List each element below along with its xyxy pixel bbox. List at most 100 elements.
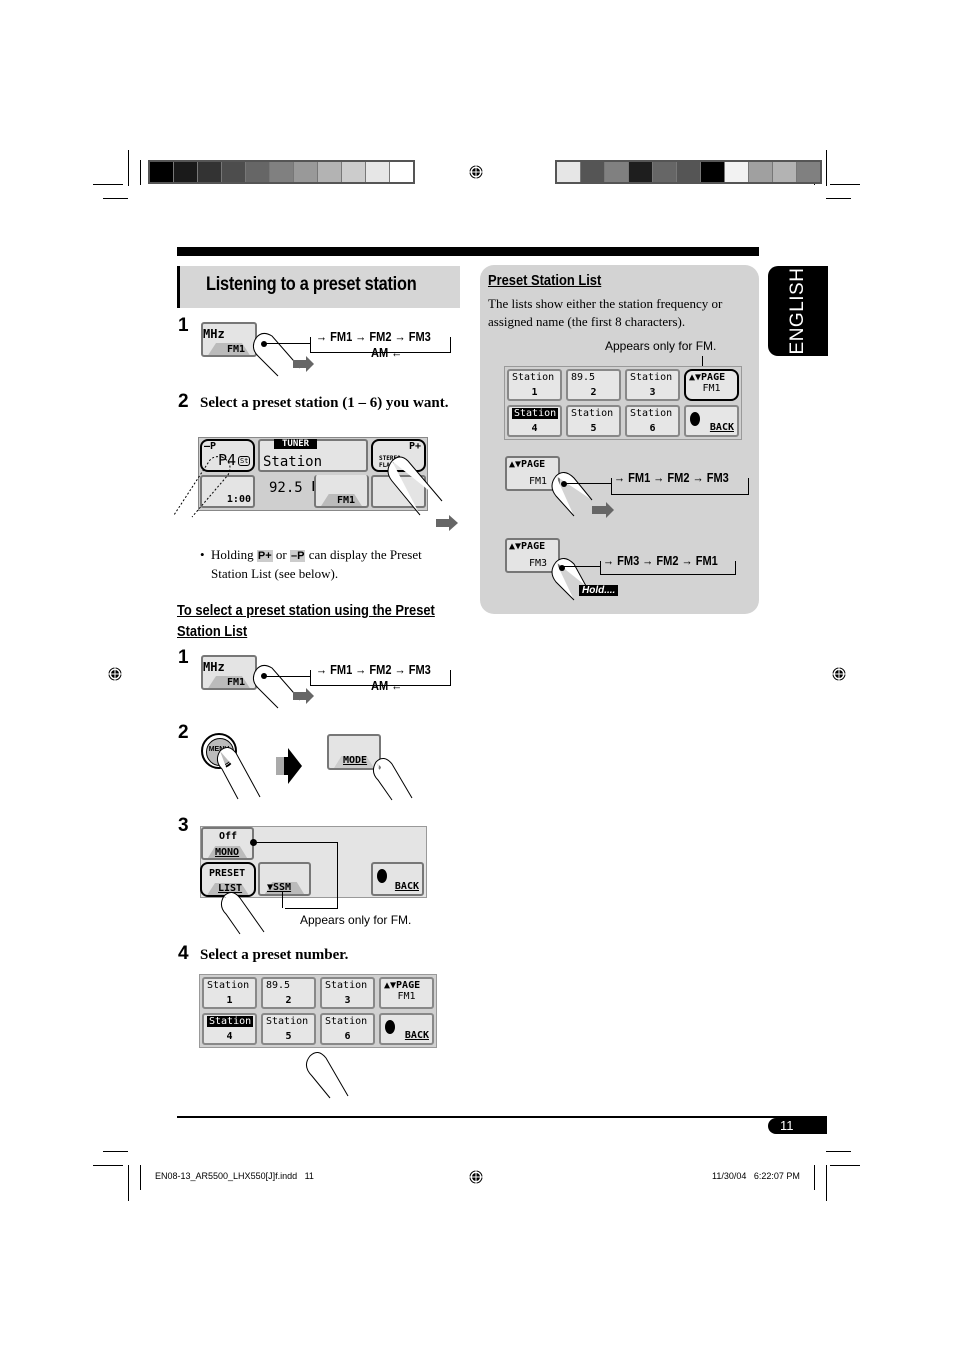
color-calibration-bar-right: [555, 160, 822, 184]
finger-press-icon: [220, 892, 265, 935]
preset-plus-icon: P+: [256, 550, 273, 562]
color-swatch: [581, 162, 605, 182]
step-number: 3: [178, 815, 189, 836]
color-swatch: [677, 162, 701, 182]
finger-press-icon: [372, 758, 413, 801]
color-swatch: [270, 162, 294, 182]
callout-dot: [282, 892, 283, 908]
preset-minus-icon: –P: [289, 550, 306, 562]
mode-label: MODE: [343, 755, 368, 766]
band-button[interactable]: FM1: [314, 475, 369, 508]
color-swatch: [653, 162, 677, 182]
page-button[interactable]: ▲▼PAGE FM1: [379, 977, 434, 1009]
color-swatch: [725, 162, 749, 182]
bottom-rule: [177, 1116, 827, 1118]
color-swatch: [150, 162, 174, 182]
preset-cell[interactable]: Station 4: [507, 405, 562, 437]
color-swatch: [342, 162, 366, 182]
preset-cell[interactable]: Station 4: [202, 1013, 257, 1045]
preset-cell[interactable]: Station 1: [202, 977, 257, 1009]
flow-connector: [266, 343, 310, 344]
color-swatch: [797, 162, 820, 182]
preset-cell[interactable]: Station 1: [507, 369, 562, 401]
crop-mark: [826, 198, 851, 199]
fm-only-note: Appears only for FM.: [605, 339, 717, 353]
page-button[interactable]: ▲▼PAGE FM1: [684, 369, 739, 401]
color-calibration-bar-left: [148, 160, 415, 184]
crop-mark: [826, 1165, 827, 1201]
back-label: BACK: [394, 881, 419, 892]
cell-title: 89.5: [571, 372, 596, 383]
band-flow: → FM1 → FM2 → FM3: [316, 662, 431, 677]
preset-cell[interactable]: Station 5: [261, 1013, 316, 1045]
station-display: TUNER Station: [258, 439, 368, 472]
cell-title: Station: [325, 1016, 368, 1027]
cell-number: 6: [627, 423, 678, 435]
back-button[interactable]: BACKBACK: [684, 405, 739, 437]
preset-list-grid: Station 1 89.5 2 Station 3 ▲▼PAGE FM1 Station 4 St…: [504, 366, 742, 440]
color-swatch: [198, 162, 222, 182]
subsection-heading: To select a preset station using the Pre…: [177, 602, 435, 640]
section-title: Listening to a preset station: [206, 274, 417, 295]
frequency: 92.5: [269, 480, 303, 496]
band-label: FM3: [529, 558, 548, 569]
preset-cell[interactable]: Station 6: [625, 405, 680, 437]
finger-press-icon: [387, 456, 458, 531]
print-timestamp: 11/30/04 6:22:07 PM: [712, 1171, 800, 1181]
step-text: Select a preset station (1 – 6) you want…: [200, 395, 449, 411]
crop-mark: [140, 160, 141, 185]
preset-cell[interactable]: Station 3: [625, 369, 680, 401]
preset-cell[interactable]: Station 3: [320, 977, 375, 1009]
back-button[interactable]: BACKBACK: [379, 1013, 434, 1045]
panel-title: Preset Station List: [488, 272, 602, 289]
band-label: FM1: [226, 344, 245, 355]
preset-cell[interactable]: Station 6: [320, 1013, 375, 1045]
band-flow-return: AM ←: [371, 345, 403, 360]
panel-description: The lists show either the station freque…: [488, 296, 723, 329]
preset-cell[interactable]: 89.5 2: [566, 369, 621, 401]
cell-number: 4: [204, 1031, 255, 1043]
cell-number: 6: [322, 1031, 373, 1043]
station-name: Station: [263, 454, 323, 470]
cell-title: ▲▼PAGE: [689, 372, 726, 383]
crop-mark: [830, 1165, 860, 1166]
preset-cell[interactable]: 89.5 2: [261, 977, 316, 1009]
back-label: BACK: [404, 1030, 429, 1041]
cell-title: Station: [512, 372, 555, 383]
registration-mark-icon: [469, 165, 483, 179]
back-button[interactable]: BACK: [371, 862, 424, 896]
finger-press-icon: [551, 472, 614, 518]
cell-number: 2: [263, 995, 314, 1007]
finger-press-icon: [252, 332, 314, 377]
color-swatch: [294, 162, 318, 182]
step-number: 1: [178, 315, 189, 336]
band-flow: → FM1 → FM2 → FM3: [316, 329, 431, 344]
minus-p-label: –P: [204, 441, 217, 452]
crop-mark: [826, 150, 827, 186]
page-flow: → FM1 → FM2 → FM3: [614, 470, 729, 485]
callout-line: [253, 842, 338, 843]
registration-mark-icon: [108, 667, 122, 681]
cell-number: FM1: [381, 991, 432, 1003]
mono-button[interactable]: Off MONO: [201, 827, 254, 860]
flow-connector: [266, 676, 310, 677]
hold-label: Hold....: [579, 585, 619, 596]
page-label: ▲▼PAGE: [509, 541, 546, 552]
band-label: FM1: [226, 677, 245, 688]
cell-number: 1: [204, 995, 255, 1007]
cell-title: Station: [207, 1016, 254, 1027]
crop-mark: [103, 1151, 128, 1152]
cell-title: Station: [571, 408, 614, 419]
crop-mark: [93, 184, 123, 185]
language-tab: ENGLISH: [768, 266, 828, 356]
color-swatch: [773, 162, 797, 182]
color-swatch: [605, 162, 629, 182]
color-swatch: [222, 162, 246, 182]
cell-number: 3: [627, 387, 678, 399]
band-label: FM1: [529, 476, 548, 487]
preset-cell[interactable]: Station 5: [566, 405, 621, 437]
cell-number: FM1: [686, 383, 737, 395]
crop-mark: [826, 1151, 851, 1152]
color-swatch: [749, 162, 773, 182]
flow-connector: [560, 566, 600, 567]
